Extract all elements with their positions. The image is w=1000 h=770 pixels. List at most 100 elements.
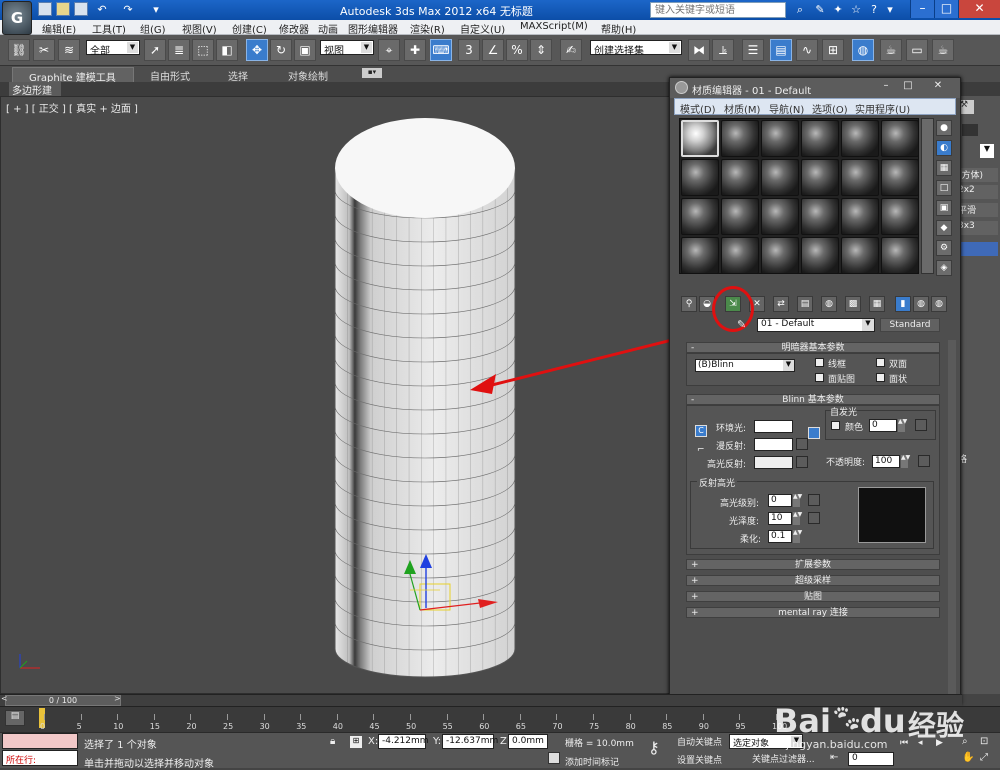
auto-key-button[interactable]: 自动关键点 [677,735,722,748]
mat-menu-utilities[interactable]: 实用程序(U) [855,101,910,116]
sample-slot-scrollbar[interactable] [921,118,934,274]
self-illum-map-button[interactable] [915,419,927,431]
keyboard-shortcut-override-icon[interactable]: ⌨ [430,39,452,61]
select-and-move-icon[interactable]: ✥ [246,39,268,61]
select-and-manipulate-icon[interactable]: ✚ [404,39,426,61]
cmd-label-3x3[interactable]: 3x3 [958,221,998,235]
sample-slot[interactable] [881,159,919,196]
show-end-result-icon[interactable]: ▦ [869,296,885,312]
pan-view-icon[interactable]: ✋ [962,752,976,766]
soften-spinner[interactable]: ▲▼ [793,530,802,543]
soften-field[interactable]: 0.1 [768,530,792,543]
close-button[interactable]: ✕ [958,0,1000,18]
backlight-icon[interactable]: ◐ [936,140,952,156]
x-coord-field[interactable]: -4.212mm [378,734,429,749]
ambient-diffuse-lock-button[interactable]: C [695,425,707,437]
shader-type-dropdown[interactable]: (B)Blinn ▼ [695,359,795,372]
sample-slot[interactable] [801,198,839,235]
link-icon[interactable]: ⛓ [8,39,30,61]
render-setup-icon[interactable]: ☕ [880,39,902,61]
cmd-selected-row[interactable] [958,242,998,256]
mat-minimize-button[interactable]: – [876,79,896,94]
menu-edit[interactable]: 编辑(E) [42,21,76,36]
menu-tools[interactable]: 工具(T) [92,21,126,36]
tab-graphite-modeling[interactable]: Graphite 建模工具 [12,67,134,84]
go-forward-sibling-icon[interactable]: ◍ [913,296,929,312]
cmd-label-2x2[interactable]: 2x2 [958,185,998,199]
ribbon-options-icon[interactable]: ▪▾ [362,68,382,78]
percent-snap-icon[interactable]: % [506,39,528,61]
diffuse-map-button[interactable] [796,438,808,450]
material-id-channel-icon[interactable]: ◍ [821,296,837,312]
maps-header[interactable]: + 贴图 [686,591,940,602]
menu-create[interactable]: 创建(C) [232,21,267,36]
glossiness-map-button[interactable] [808,512,820,524]
menu-group[interactable]: 组(G) [140,21,166,36]
mat-maximize-button[interactable]: □ [898,79,918,94]
angle-snap-icon[interactable]: ∠ [482,39,504,61]
select-and-scale-icon[interactable]: ▣ [294,39,316,61]
get-material-icon[interactable]: ⚲ [681,296,697,312]
put-to-library-icon[interactable]: ▤ [797,296,813,312]
specular-level-spinner[interactable]: ▲▼ [793,494,802,507]
sample-slot[interactable] [801,237,839,274]
mat-menu-options[interactable]: 选项(O) [812,101,848,116]
mirror-icon[interactable]: ⧓ [688,39,710,61]
extended-params-header[interactable]: + 扩展参数 [686,559,940,570]
spinner-snap-icon[interactable]: ⇕ [530,39,552,61]
sample-slot[interactable] [761,237,799,274]
rectangular-selection-icon[interactable]: ⬚ [192,39,214,61]
search-binoculars-icon[interactable]: ⌕ [792,2,808,18]
maximize-button[interactable]: □ [934,0,958,18]
cmd-label-smooth[interactable]: 平滑 [958,203,998,217]
undo-icon[interactable]: ↶ [94,2,110,18]
set-key-button[interactable]: 设置关键点 [677,753,722,766]
quick-access-dropdown-icon[interactable]: ▾ [148,2,164,18]
sample-slot[interactable] [841,198,879,235]
pivot-center-icon[interactable]: ⌖ [378,39,400,61]
mini-curve-editor-icon[interactable]: ▤ [5,710,25,726]
select-and-rotate-icon[interactable]: ↻ [270,39,292,61]
selection-lock-icon[interactable]: 🔒︎ [330,736,342,748]
specular-map-button[interactable] [796,456,808,468]
select-by-material-icon[interactable]: ◈ [936,260,952,276]
menu-view[interactable]: 视图(V) [182,21,217,36]
make-preview-icon[interactable]: ◆ [936,220,952,236]
material-editor-scrollbar[interactable] [948,340,956,700]
menu-animation[interactable]: 动画 [318,21,338,36]
ambient-diffuse-map-lock-icon[interactable] [808,427,820,439]
search-input[interactable] [650,2,786,18]
menu-customize[interactable]: 自定义(U) [460,21,505,36]
show-map-in-viewport-icon[interactable]: ▩ [845,296,861,312]
wire-checkbox[interactable] [815,358,824,367]
specular-level-map-button[interactable] [808,494,820,506]
opacity-spinner[interactable]: ▲▼ [901,455,910,468]
add-time-tag-button[interactable]: 添加时间标记 [565,755,619,768]
mat-close-button[interactable]: ✕ [928,79,948,94]
help-icon[interactable]: ? [866,2,882,18]
pick-material-eyedropper-icon[interactable]: ✎ [737,318,751,332]
sample-uv-tiling-icon[interactable]: □ [936,180,952,196]
select-by-name-icon[interactable]: ≣ [168,39,190,61]
video-color-check-icon[interactable]: ▣ [936,200,952,216]
time-slider-next-icon[interactable]: > [114,694,121,706]
self-illum-spinner[interactable]: ▲▼ [898,419,907,432]
menu-rendering[interactable]: 渲染(R) [410,21,445,36]
shader-basic-params-header[interactable]: - 明暗器基本参数 [686,342,940,353]
help-dropdown-icon[interactable]: ▾ [882,2,898,18]
blinn-basic-params-header[interactable]: - Blinn 基本参数 [686,394,940,405]
schematic-view-icon[interactable]: ⊞ [822,39,844,61]
sample-slot[interactable] [881,237,919,274]
mat-menu-material[interactable]: 材质(M) [724,101,760,116]
supersampling-header[interactable]: + 超级采样 [686,575,940,586]
self-illum-value-field[interactable]: 0 [869,419,897,432]
two-sided-checkbox[interactable] [876,358,885,367]
render-production-icon[interactable]: ☕ [932,39,954,61]
menu-help[interactable]: 帮助(H) [601,21,636,36]
sample-type-icon[interactable]: ● [936,120,952,136]
minimize-button[interactable]: – [910,0,934,18]
time-slider-prev-icon[interactable]: < [1,694,8,706]
sample-slot[interactable] [721,120,759,157]
sample-slot[interactable] [841,120,879,157]
material-editor-icon[interactable]: ◍ [852,39,874,61]
